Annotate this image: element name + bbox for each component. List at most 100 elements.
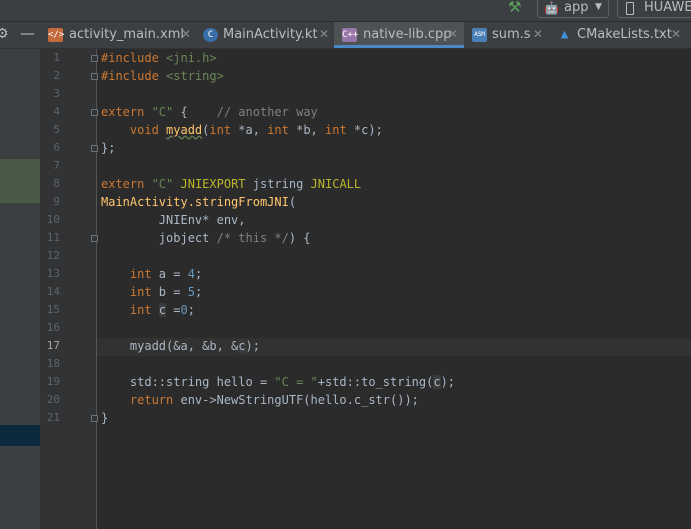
code-line[interactable]: myadd(&a, &b, &c); [101,337,260,355]
line-number: 1 [53,51,60,64]
android-icon: 🤖 [544,1,559,15]
code-line[interactable]: int a = 4; [101,265,202,283]
fold-marker-icon[interactable] [91,235,98,242]
code-token: /* this */ [216,231,289,245]
tab-label: activity_main.xml [69,27,185,42]
close-icon[interactable]: ✕ [448,27,458,41]
active-tab-underline [334,45,464,48]
tab-label: sum.s [492,27,531,42]
code-line[interactable]: } [101,409,108,427]
device-label: HUAWEI [644,0,691,15]
code-token: myadd(&a, &b, & [101,339,239,353]
line-number: 21 [46,411,60,424]
line-number: 11 [46,231,60,244]
code-token: int [101,285,159,299]
line-number: 17 [46,339,60,352]
line-number: 19 [46,375,60,388]
close-icon[interactable]: ✕ [181,27,191,41]
code-line[interactable]: JNIEnv* env, [101,211,246,229]
code-token: 0 [180,303,188,317]
line-number: 4 [53,105,60,118]
code-line[interactable]: }; [101,139,115,157]
line-number: 9 [53,195,60,208]
line-number: 12 [46,249,60,262]
line-number: 16 [46,321,60,334]
code-line[interactable]: extern "C" JNIEXPORT jstring JNICALL [101,175,361,193]
code-token: <jni.h> [166,51,217,65]
code-token: }; [101,141,116,155]
code-token: } [101,411,109,425]
gutter-separator [96,49,97,529]
code-token: { [173,105,217,119]
code-token: ; [187,303,195,317]
device-selector-dropdown[interactable]: HUAWEI [617,0,691,18]
editor-tab-bar: ⚙ — </> activity_main.xml ✕ C MainActivi… [0,22,691,49]
fold-marker-icon[interactable] [91,145,98,152]
code-token: ) { [288,231,311,245]
code-line[interactable]: int c =0; [101,301,195,319]
asm-file-icon: ASM [472,28,487,42]
code-token: extern [101,105,152,119]
code-line[interactable]: int b = 5; [101,283,202,301]
code-token: std::string hello = [101,375,275,389]
line-number: 7 [53,159,60,172]
tab-activity-main-xml[interactable]: </> activity_main.xml ✕ [44,22,194,48]
code-line[interactable]: #include <string> [101,67,224,85]
code-token: #include [101,69,167,83]
build-hammer-icon[interactable]: ⚒ [508,0,521,16]
code-line[interactable]: std::string hello = "C = "+std::to_strin… [101,373,455,391]
xml-file-icon: </> [48,28,65,42]
code-token: jobject [101,231,217,245]
code-token: +std::to_string( [317,375,434,389]
code-token: ; [194,285,203,299]
close-icon[interactable]: ✕ [671,27,681,41]
code-token: c [433,375,441,389]
code-line[interactable]: extern "C" { // another way [101,103,318,121]
code-token: jstring [245,177,311,191]
line-number: 3 [53,87,60,100]
line-number: 20 [46,393,60,406]
code-token: int [101,267,159,281]
fold-marker-icon[interactable] [91,73,98,80]
phone-icon [626,2,634,15]
code-token: b = [158,285,188,299]
tab-native-lib-cpp[interactable]: C++ native-lib.cpp ✕ [334,22,464,48]
tab-label: MainActivity.kt [223,27,318,42]
code-token: c [238,339,246,353]
fold-marker-icon[interactable] [91,55,98,62]
code-token: JNICALL [310,177,362,191]
code-line[interactable]: #include <jni.h> [101,49,217,67]
line-number: 10 [46,213,60,226]
code-token: void [101,123,167,137]
chevron-down-icon: ▼ [595,2,602,12]
code-token: ); [440,375,456,389]
line-number: 6 [53,141,60,154]
close-icon[interactable]: ✕ [533,27,543,41]
fold-marker-icon[interactable] [91,109,98,116]
code-token: "C = " [274,375,318,389]
code-token: // another way [216,105,318,119]
line-number: 13 [46,267,60,280]
code-token: *a, [238,123,268,137]
kotlin-class-icon: C [203,28,218,42]
tab-sum-s[interactable]: ASM sum.s ✕ [468,22,548,48]
code-token: 5 [187,285,195,299]
fold-marker-icon[interactable] [91,415,98,422]
hide-panel-icon[interactable]: — [20,24,35,50]
project-panel[interactable] [0,49,40,529]
tab-cmakelists-txt[interactable]: ▲ CMakeLists.txt ✕ [554,22,691,48]
code-line[interactable]: jobject /* this */) { [101,229,311,247]
run-configuration-label: app [564,0,589,15]
code-line[interactable]: void myadd(int *a, int *b, int *c); [101,121,383,139]
code-token: JNIEXPORT [173,177,246,191]
main-toolbar: ⚒ 🤖 app ▼ HUAWEI [0,0,691,21]
code-line[interactable]: return env->NewStringUTF(hello.c_str()); [101,391,419,409]
run-configuration-dropdown[interactable]: 🤖 app ▼ [537,0,609,18]
close-icon[interactable]: ✕ [319,27,329,41]
code-token: <string> [166,69,224,83]
tab-mainactivity-kt[interactable]: C MainActivity.kt ✕ [198,22,332,48]
code-line[interactable]: MainActivity.stringFromJNI( [101,193,296,211]
line-number: 8 [53,177,60,190]
project-panel-selection [0,425,40,446]
code-token: = [166,303,181,317]
